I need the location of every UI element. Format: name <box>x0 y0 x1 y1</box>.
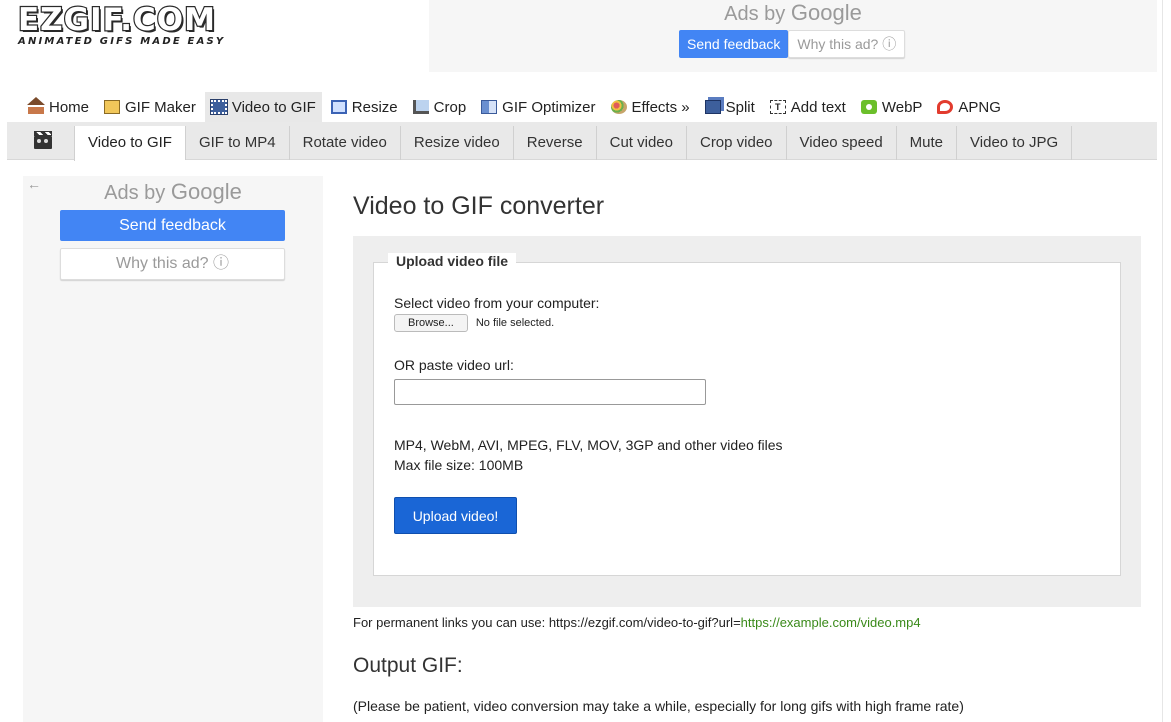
output-gif-heading: Output GIF: <box>353 654 463 677</box>
resize-icon <box>330 100 347 114</box>
example-video-link[interactable]: https://example.com/video.mp4 <box>741 615 921 630</box>
page-title: Video to GIF converter <box>353 192 605 220</box>
tab-mute[interactable]: Mute <box>895 126 956 160</box>
menu-item-label: GIF Optimizer <box>502 98 596 116</box>
menu-item-label: Effects » <box>631 98 690 116</box>
google-wordmark: Google <box>790 0 862 25</box>
patience-note: (Please be patient, video conversion may… <box>353 698 964 714</box>
menu-item-label: Split <box>725 98 755 116</box>
tab-cut-video[interactable]: Cut video <box>595 126 686 160</box>
menu-item-label: WebP <box>881 98 923 116</box>
tab-video-to-gif[interactable]: Video to GIF <box>74 126 185 161</box>
tab-gif-to-mp4[interactable]: GIF to MP4 <box>184 126 289 160</box>
permanent-link-note: For permanent links you can use: https:/… <box>353 615 921 630</box>
main-menu: Home GIF Maker Video to GIF Resize Crop … <box>22 92 1010 122</box>
menu-item-label: Add text <box>790 98 846 116</box>
film-clapper-icon <box>34 131 52 149</box>
add-text-icon: T <box>769 100 786 114</box>
upload-fieldset: Upload video file Select video from your… <box>373 253 1121 576</box>
formats-list: MP4, WebM, AVI, MPEG, FLV, MOV, 3GP and … <box>394 437 783 453</box>
google-wordmark: Google <box>170 179 242 204</box>
home-icon <box>27 97 45 114</box>
site-logo[interactable]: EZGIF.COM ANIMATED GIFS MADE EASY <box>17 2 250 47</box>
tab-crop-video[interactable]: Crop video <box>685 126 786 160</box>
menu-item-add-text[interactable]: T Add text <box>764 92 852 122</box>
upload-legend: Upload video file <box>388 253 517 269</box>
menu-item-label: GIF Maker <box>125 98 196 116</box>
logo-tagline: ANIMATED GIFS MADE EASY <box>18 36 226 47</box>
why-this-ad-button[interactable]: Why this ad? ⓘ <box>60 248 285 280</box>
split-icon <box>704 100 721 114</box>
ads-by-label: Ads by <box>104 182 166 204</box>
sub-menu: Video to GIF GIF to MP4 Rotate video Res… <box>7 122 1157 161</box>
ads-by-google: Ads by Google <box>23 179 323 205</box>
menu-item-webp[interactable]: WebP <box>855 92 929 122</box>
upload-video-button[interactable]: Upload video! <box>394 497 517 534</box>
tab-rotate-video[interactable]: Rotate video <box>288 126 400 160</box>
top-ad-banner: Ads by Google Send feedback Why this ad?… <box>429 0 1157 72</box>
menu-item-label: APNG <box>958 98 1001 116</box>
webp-icon <box>860 100 877 114</box>
ads-by-label: Ads by <box>724 3 786 25</box>
video-url-input[interactable] <box>394 379 706 405</box>
supported-formats: MP4, WebM, AVI, MPEG, FLV, MOV, 3GP and … <box>394 435 783 475</box>
max-file-size: Max file size: 100MB <box>394 457 524 473</box>
tab-video-speed[interactable]: Video speed <box>785 126 896 160</box>
gif-maker-icon <box>104 100 121 114</box>
browse-button[interactable]: Browse... <box>394 314 468 332</box>
menu-item-resize[interactable]: Resize <box>325 92 404 122</box>
page-edge <box>1162 0 1171 722</box>
menu-item-gif-optimizer[interactable]: GIF Optimizer <box>475 92 601 122</box>
no-file-status: No file selected. <box>475 317 555 329</box>
paste-url-label: OR paste video url: <box>394 357 514 373</box>
menu-item-label: Video to GIF <box>231 98 316 116</box>
crop-icon <box>412 100 429 114</box>
menu-item-label: Crop <box>433 98 467 116</box>
send-feedback-button[interactable]: Send feedback <box>679 30 789 58</box>
effects-icon <box>610 100 627 114</box>
send-feedback-button[interactable]: Send feedback <box>60 210 285 241</box>
menu-item-label: Home <box>49 98 90 116</box>
menu-item-video-to-gif[interactable]: Video to GIF <box>204 92 322 122</box>
logo-text: EZGIF.COM <box>17 2 216 38</box>
tab-video-to-jpg[interactable]: Video to JPG <box>956 126 1073 160</box>
menu-item-crop[interactable]: Crop <box>407 92 473 122</box>
permanent-link-prefix: For permanent links you can use: https:/… <box>353 615 741 630</box>
select-file-label: Select video from your computer: <box>394 295 600 311</box>
ads-by-google: Ads by Google <box>429 0 1157 26</box>
menu-item-split[interactable]: Split <box>699 92 761 122</box>
optimizer-icon <box>481 100 498 114</box>
tab-resize-video[interactable]: Resize video <box>399 126 513 160</box>
menu-item-label: Resize <box>351 98 398 116</box>
menu-item-effects[interactable]: Effects » <box>605 92 696 122</box>
upload-form-panel: Upload video file Select video from your… <box>353 236 1141 607</box>
video-icon <box>209 99 228 115</box>
tab-reverse[interactable]: Reverse <box>512 126 596 160</box>
left-ad-panel: ← Ads by Google Send feedback Why this a… <box>23 176 323 722</box>
menu-item-apng[interactable]: APNG <box>931 92 1007 122</box>
why-this-ad-button[interactable]: Why this ad? ⓘ <box>788 30 906 58</box>
apng-icon <box>937 100 954 114</box>
menu-item-home[interactable]: Home <box>22 92 95 122</box>
menu-item-gif-maker[interactable]: GIF Maker <box>98 92 202 122</box>
